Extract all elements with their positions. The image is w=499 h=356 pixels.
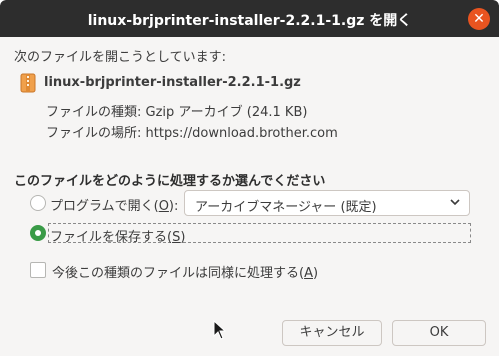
archive-file-icon (20, 73, 36, 93)
intro-text: 次のファイルを開こうとしています: (14, 50, 226, 65)
cancel-button[interactable]: キャンセル (282, 320, 382, 346)
file-location-label: ファイルの場所: (46, 126, 142, 141)
chevron-down-icon (450, 199, 460, 206)
file-type-value: Gzip アーカイブ (24.1 KB) (145, 105, 308, 120)
save-file-label[interactable]: ファイルを保存する(S) (50, 226, 185, 245)
open-with-label[interactable]: プログラムで開く(O): (50, 195, 178, 214)
close-icon: ✕ (473, 11, 485, 27)
save-file-radio[interactable] (30, 225, 46, 241)
action-heading: このファイルをどのように処理するか選んでください (14, 174, 326, 189)
titlebar: linux-brjprinter-installer-2.2.1-1.gz を開… (0, 0, 499, 37)
file-name: linux-brjprinter-installer-2.2.1-1.gz (44, 75, 301, 90)
file-type-row: ファイルの種類: Gzip アーカイブ (24.1 KB) (46, 101, 307, 120)
remember-choice-checkbox[interactable] (30, 262, 46, 278)
file-location-value: https://download.brother.com (145, 126, 338, 141)
open-file-dialog: linux-brjprinter-installer-2.2.1-1.gz を開… (0, 0, 499, 356)
application-select-value: アーカイブマネージャー (既定) (195, 200, 377, 215)
mouse-pointer-icon (213, 320, 227, 340)
window-title: linux-brjprinter-installer-2.2.1-1.gz を開… (87, 13, 412, 29)
close-button[interactable]: ✕ (468, 8, 490, 30)
open-with-radio[interactable] (30, 195, 46, 211)
application-select[interactable]: アーカイブマネージャー (既定) (184, 190, 470, 216)
ok-button[interactable]: OK (392, 320, 486, 346)
file-type-label: ファイルの種類: (46, 105, 142, 120)
file-location-row: ファイルの場所: https://download.brother.com (46, 122, 338, 141)
remember-choice-label[interactable]: 今後この種類のファイルは同様に処理する(A) (52, 262, 318, 281)
